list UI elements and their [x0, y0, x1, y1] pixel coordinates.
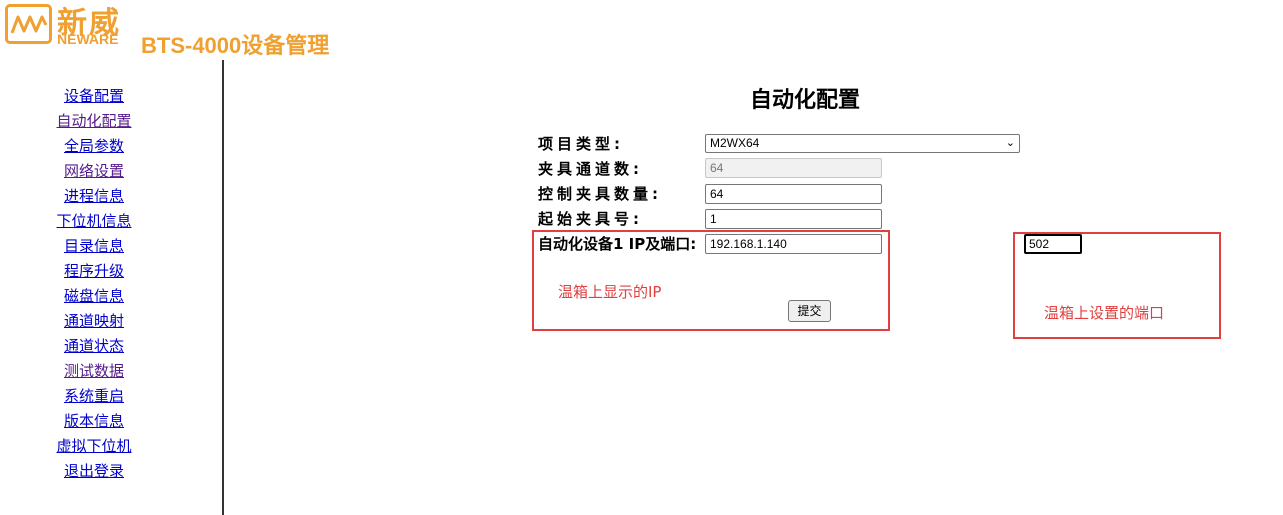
sidebar-item-channel-status[interactable]: 通道状态 [0, 334, 188, 359]
start-fixture-label: 起始夹具号: [538, 210, 643, 228]
sidebar-item-network-settings[interactable]: 网络设置 [0, 159, 188, 184]
start-fixture-input[interactable]: 1 [705, 209, 882, 229]
sidebar-item-virtual-slave[interactable]: 虚拟下位机 [0, 434, 188, 459]
sidebar-item-version-info[interactable]: 版本信息 [0, 409, 188, 434]
logo-english-text: NEWARE [57, 31, 119, 47]
ip-annotation-text: 温箱上显示的IP [558, 283, 662, 301]
sidebar-divider [222, 60, 224, 515]
channel-count-label: 夹具通道数: [538, 160, 643, 178]
sidebar-item-slave-info[interactable]: 下位机信息 [0, 209, 188, 234]
chevron-down-icon: ⌄ [1005, 137, 1015, 149]
sidebar-item-test-data[interactable]: 测试数据 [0, 359, 188, 384]
port-annotation-text: 温箱上设置的端口 [1044, 304, 1165, 322]
sidebar-item-program-upgrade[interactable]: 程序升级 [0, 259, 188, 284]
project-type-value: M2WX64 [710, 136, 760, 150]
logo [5, 4, 52, 44]
sidebar-item-directory-info[interactable]: 目录信息 [0, 234, 188, 259]
fixture-count-input[interactable]: 64 [705, 184, 882, 204]
app-title: BTS-4000设备管理 [141, 33, 330, 58]
sidebar-item-logout[interactable]: 退出登录 [0, 459, 188, 484]
sidebar-item-channel-mapping[interactable]: 通道映射 [0, 309, 188, 334]
sidebar-item-process-info[interactable]: 进程信息 [0, 184, 188, 209]
project-type-label: 项目类型: [538, 135, 624, 153]
sidebar-item-system-restart[interactable]: 系统重启 [0, 384, 188, 409]
sidebar-item-automation-config[interactable]: 自动化配置 [0, 109, 188, 134]
sidebar-nav: 设备配置 自动化配置 全局参数 网络设置 进程信息 下位机信息 目录信息 程序升… [0, 84, 188, 484]
logo-wave-icon [10, 15, 48, 34]
sidebar-item-device-config[interactable]: 设备配置 [0, 84, 188, 109]
channel-count-input: 64 [705, 158, 882, 178]
sidebar-item-disk-info[interactable]: 磁盘信息 [0, 284, 188, 309]
sidebar-item-global-params[interactable]: 全局参数 [0, 134, 188, 159]
page-title: 自动化配置 [750, 88, 861, 113]
project-type-select[interactable]: M2WX64 ⌄ [705, 134, 1020, 153]
fixture-count-label: 控制夹具数量: [538, 185, 662, 203]
